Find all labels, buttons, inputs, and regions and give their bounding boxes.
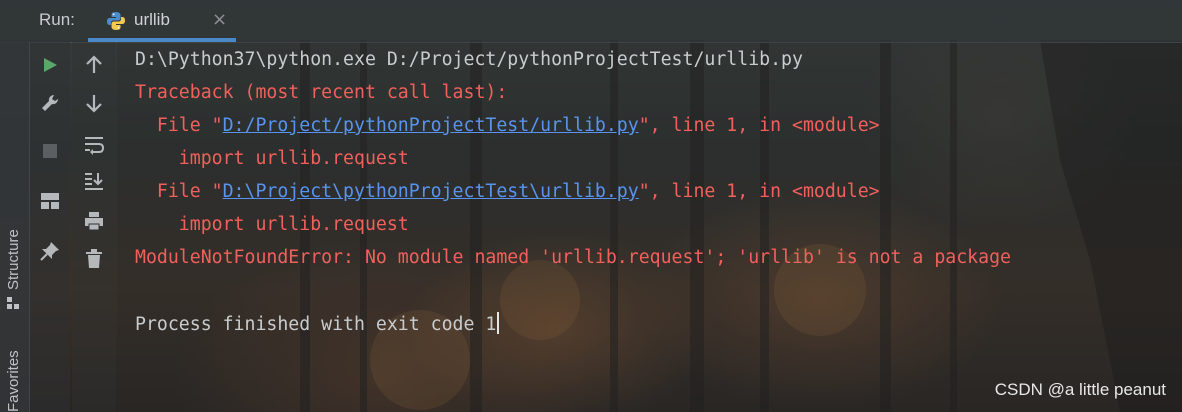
traceback-code-line: import urllib.request xyxy=(135,148,409,169)
soft-wrap-icon xyxy=(85,137,104,155)
run-toolbar-right xyxy=(72,42,116,412)
arrow-down-icon xyxy=(86,95,102,113)
traceback-file-line: File "D:/Project/pythonProjectTest/urlli… xyxy=(135,114,880,138)
run-label: Run: xyxy=(39,10,75,29)
watermark: CSDN @a little peanut xyxy=(994,380,1166,399)
next-occurrence-button[interactable] xyxy=(81,90,107,116)
text-caret xyxy=(497,312,500,334)
stop-icon xyxy=(43,144,57,158)
pin-tab-button[interactable] xyxy=(37,238,63,264)
scroll-to-end-button[interactable] xyxy=(81,168,107,194)
traceback-header: Traceback (most recent call last): xyxy=(135,82,508,103)
run-icon xyxy=(44,58,57,72)
run-tool-window-header: Run: urllib × xyxy=(0,0,1182,43)
layout-icon xyxy=(41,193,59,209)
clear-all-button[interactable] xyxy=(81,246,107,272)
traceback-file-prefix: File " xyxy=(135,181,223,202)
previous-occurrence-button[interactable] xyxy=(81,52,107,78)
run-toolbar-left xyxy=(30,42,70,412)
tab-title: urllib xyxy=(134,10,170,29)
traceback-code-line: import urllib.request xyxy=(135,214,409,235)
traceback-file-line: File "D:\Project\pythonProjectTest\urlli… xyxy=(135,180,880,204)
traceback-file-link[interactable]: D:/Project/pythonProjectTest/urllib.py xyxy=(223,115,639,136)
structure-icon xyxy=(7,297,19,309)
run-button[interactable] xyxy=(37,52,63,78)
wrench-icon xyxy=(42,94,59,111)
error-message: ModuleNotFoundError: No module named 'ur… xyxy=(135,247,1011,268)
process-exit-text: Process finished with exit code 1 xyxy=(135,314,497,335)
python-icon xyxy=(107,12,125,30)
console-output[interactable]: D:\Python37\python.exe D:/Project/python… xyxy=(117,42,1182,412)
pin-icon xyxy=(40,242,59,261)
print-icon xyxy=(85,212,103,231)
traceback-file-suffix: ", line 1, in <module> xyxy=(638,181,880,202)
console-command-line: D:\Python37\python.exe D:/Project/python… xyxy=(135,49,803,70)
close-icon[interactable]: × xyxy=(212,11,227,29)
print-button[interactable] xyxy=(81,208,107,234)
arrow-up-icon xyxy=(86,55,102,73)
traceback-file-suffix: ", line 1, in <module> xyxy=(638,115,880,136)
tab-urllib[interactable]: urllib × xyxy=(88,0,236,42)
trash-icon xyxy=(86,249,102,268)
traceback-file-link[interactable]: D:\Project\pythonProjectTest\urllib.py xyxy=(223,181,639,202)
stop-button[interactable] xyxy=(37,138,63,164)
structure-tab[interactable]: Structure xyxy=(5,229,22,290)
favorites-tab[interactable]: Favorites xyxy=(5,350,22,412)
restore-layout-button[interactable] xyxy=(37,188,63,214)
scroll-to-end-icon xyxy=(85,173,103,190)
soft-wrap-button[interactable] xyxy=(81,132,107,158)
edit-configuration-button[interactable] xyxy=(37,90,63,116)
traceback-file-prefix: File " xyxy=(135,115,223,136)
process-exit-line: Process finished with exit code 1 xyxy=(135,312,500,336)
